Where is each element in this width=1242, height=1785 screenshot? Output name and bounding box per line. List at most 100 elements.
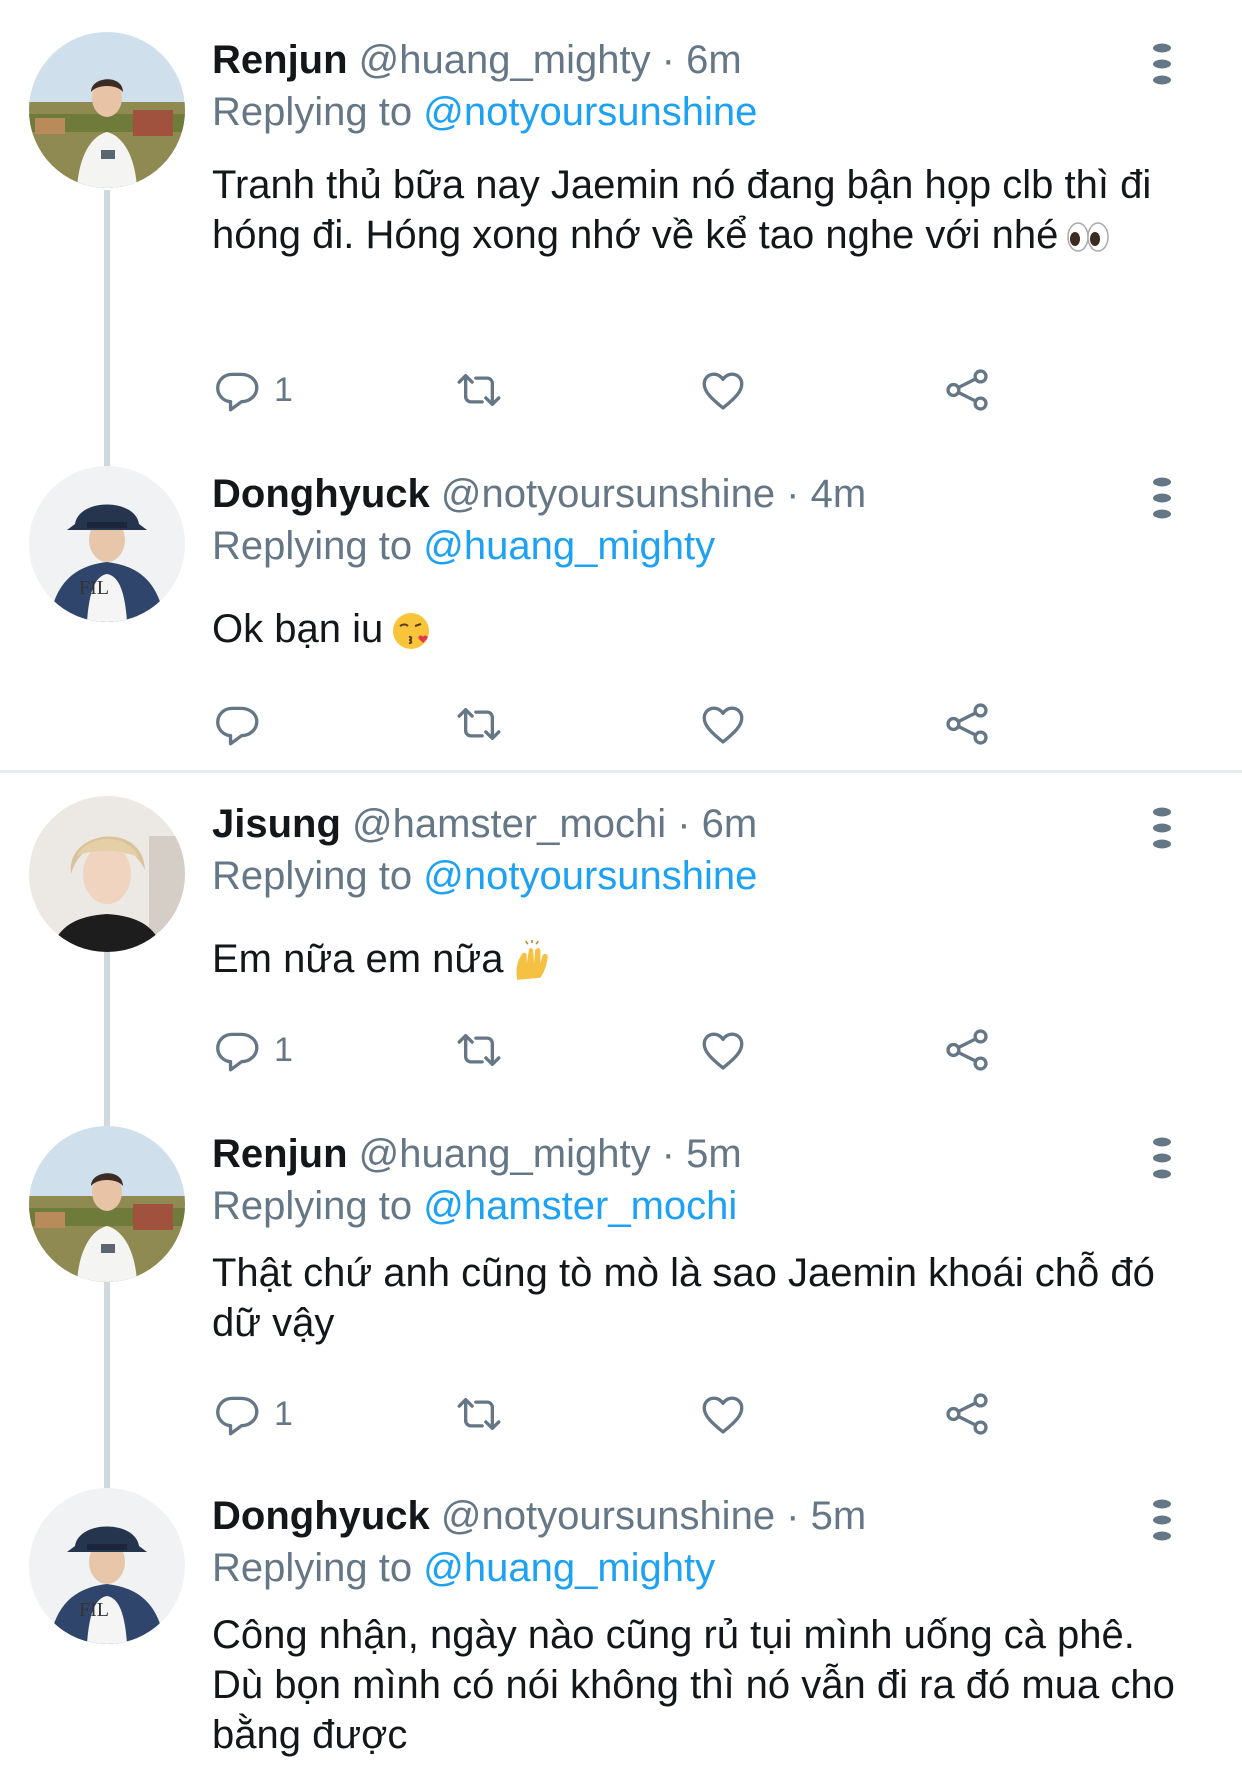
tweet-body: Em nữa em nữa — [212, 934, 1192, 984]
reply-icon — [212, 365, 262, 415]
avatar[interactable] — [29, 796, 185, 952]
author-meta: @notyoursunshine · 5m — [440, 1494, 867, 1538]
heart-icon — [698, 365, 748, 415]
avatar-image — [29, 32, 185, 188]
author-meta: @notyoursunshine · 4m — [440, 472, 867, 516]
tweet-header: Donghyuck @notyoursunshine · 5m — [212, 1488, 866, 1544]
replying-to: Replying to @huang_mighty — [212, 518, 715, 574]
share-button[interactable] — [942, 362, 992, 418]
like-button[interactable] — [698, 362, 748, 418]
tweet-actions: 1 — [212, 362, 1012, 418]
share-icon — [942, 1025, 992, 1075]
reply-icon — [212, 1025, 262, 1075]
author-name[interactable]: Donghyuck — [212, 1494, 430, 1538]
author-name[interactable]: Renjun — [212, 38, 348, 82]
tweet-header: Renjun @huang_mighty · 6m — [212, 32, 742, 88]
author-meta: @huang_mighty · 5m — [358, 1132, 742, 1176]
like-button[interactable] — [698, 696, 748, 752]
tweet-actions — [212, 696, 1012, 752]
tweet-body: Ok bạn iu — [212, 604, 1192, 654]
thread-line — [104, 1280, 110, 1494]
replying-to: Replying to @huang_mighty — [212, 1540, 715, 1596]
share-icon — [942, 365, 992, 415]
tweet-body: Thật chứ anh cũng tò mò là sao Jaemin kh… — [212, 1248, 1192, 1348]
tweet-text: Công nhận, ngày nào cũng rủ tụi mình uốn… — [212, 1613, 1175, 1757]
more-options-icon[interactable] — [1148, 476, 1176, 520]
mention-link[interactable]: @notyoursunshine — [423, 90, 757, 134]
like-button[interactable] — [698, 1386, 748, 1442]
thread-line — [104, 190, 110, 470]
reply-button[interactable] — [212, 696, 274, 752]
replying-to: Replying to @notyoursunshine — [212, 84, 757, 140]
replying-prefix: Replying to — [212, 854, 413, 898]
retweet-button[interactable] — [454, 696, 504, 752]
retweet-button[interactable] — [454, 1022, 504, 1078]
share-icon — [942, 699, 992, 749]
replying-prefix: Replying to — [212, 1184, 413, 1228]
avatar[interactable] — [29, 32, 185, 188]
avatar-image — [29, 466, 185, 622]
heart-icon — [698, 1025, 748, 1075]
share-button[interactable] — [942, 1386, 992, 1442]
reply-button[interactable]: 1 — [212, 1022, 293, 1078]
tweet-text: Tranh thủ bữa nay Jaemin nó đang bận họp… — [212, 163, 1152, 257]
heart-icon — [698, 699, 748, 749]
retweet-button[interactable] — [454, 362, 504, 418]
retweet-button[interactable] — [454, 1386, 504, 1442]
avatar[interactable] — [29, 1126, 185, 1282]
tweet-actions: 1 — [212, 1386, 1012, 1442]
author-name[interactable]: Donghyuck — [212, 472, 430, 516]
replying-prefix: Replying to — [212, 1546, 413, 1590]
tweet-header: Donghyuck @notyoursunshine · 4m — [212, 466, 866, 522]
kissing-face-emoji — [391, 611, 431, 651]
replying-to: Replying to @notyoursunshine — [212, 848, 757, 904]
reply-icon — [212, 1389, 262, 1439]
eyes-emoji — [1066, 221, 1110, 253]
avatar[interactable] — [29, 1488, 185, 1644]
tweet-text: Thật chứ anh cũng tò mò là sao Jaemin kh… — [212, 1251, 1155, 1345]
share-icon — [942, 1389, 992, 1439]
author-name[interactable]: Renjun — [212, 1132, 348, 1176]
more-options-icon[interactable] — [1148, 806, 1176, 850]
reply-count: 1 — [274, 1394, 293, 1433]
reply-button[interactable]: 1 — [212, 1386, 293, 1442]
retweet-icon — [454, 1025, 504, 1075]
mention-link[interactable]: @huang_mighty — [423, 1546, 715, 1590]
mention-link[interactable]: @hamster_mochi — [423, 1184, 737, 1228]
tweet-text: Ok bạn iu — [212, 607, 384, 651]
avatar[interactable] — [29, 466, 185, 622]
avatar-image — [29, 796, 185, 952]
more-options-icon[interactable] — [1148, 1498, 1176, 1542]
retweet-icon — [454, 365, 504, 415]
reply-count: 1 — [274, 370, 293, 409]
tweet-text: Em nữa em nữa — [212, 937, 504, 981]
share-button[interactable] — [942, 1022, 992, 1078]
tweet-header: Jisung @hamster_mochi · 6m — [212, 796, 757, 852]
share-button[interactable] — [942, 696, 992, 752]
thread-line — [104, 950, 110, 1130]
more-options-icon[interactable] — [1148, 1136, 1176, 1180]
more-options-icon[interactable] — [1148, 42, 1176, 86]
tweet-actions: 1 — [212, 1022, 1012, 1078]
replying-prefix: Replying to — [212, 524, 413, 568]
retweet-icon — [454, 699, 504, 749]
retweet-icon — [454, 1389, 504, 1439]
tweet-body: Công nhận, ngày nào cũng rủ tụi mình uốn… — [212, 1610, 1192, 1760]
author-name[interactable]: Jisung — [212, 802, 341, 846]
reply-icon — [212, 699, 262, 749]
raising-hands-emoji — [511, 940, 553, 982]
replying-to: Replying to @hamster_mochi — [212, 1178, 737, 1234]
reply-count: 1 — [274, 1030, 293, 1069]
avatar-image — [29, 1488, 185, 1644]
tweet-header: Renjun @huang_mighty · 5m — [212, 1126, 742, 1182]
mention-link[interactable]: @huang_mighty — [423, 524, 715, 568]
heart-icon — [698, 1389, 748, 1439]
like-button[interactable] — [698, 1022, 748, 1078]
reply-button[interactable]: 1 — [212, 362, 293, 418]
tweet-body: Tranh thủ bữa nay Jaemin nó đang bận họp… — [212, 160, 1192, 260]
replying-prefix: Replying to — [212, 90, 413, 134]
author-meta: @hamster_mochi · 6m — [352, 802, 758, 846]
avatar-image — [29, 1126, 185, 1282]
author-meta: @huang_mighty · 6m — [358, 38, 742, 82]
mention-link[interactable]: @notyoursunshine — [423, 854, 757, 898]
